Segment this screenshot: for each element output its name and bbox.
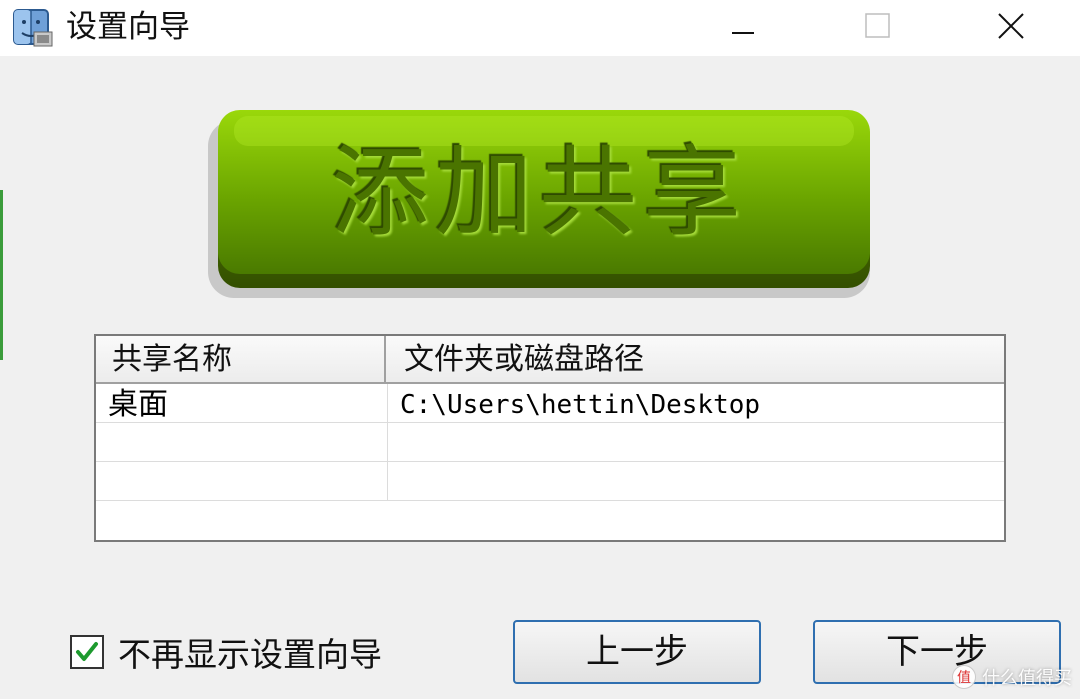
column-header-path[interactable]: 文件夹或磁盘路径 (386, 336, 1004, 382)
add-share-banner-button[interactable]: 添加共享 (204, 108, 874, 298)
close-button[interactable] (978, 0, 1044, 52)
share-path-cell: C:\Users\hettin\Desktop (400, 390, 761, 420)
close-icon (998, 13, 1024, 39)
window-title: 设置向导 (66, 9, 190, 45)
share-name-cell (96, 423, 388, 461)
share-name-cell: 桌面 (96, 384, 388, 422)
dont-show-wizard-checkbox[interactable] (70, 635, 104, 669)
watermark-text: 什么值得买 (982, 668, 1072, 689)
setup-wizard-window: 设置向导 添加共享 共享名称 文件夹或磁盘路径 桌面 C:\Users\hett… (0, 0, 1080, 699)
watermark: 值 什么值得买 (952, 660, 1072, 694)
banner-label: 添加共享 (330, 136, 747, 250)
maximize-button[interactable] (845, 0, 911, 52)
table-row[interactable] (96, 423, 1004, 462)
column-header-share-name[interactable]: 共享名称 (96, 336, 386, 382)
previous-button[interactable]: 上一步 (513, 620, 761, 684)
title-bar[interactable]: 设置向导 (0, 0, 1080, 56)
minimize-button[interactable] (710, 0, 776, 52)
dont-show-wizard-label[interactable]: 不再显示设置向导 (118, 628, 382, 676)
share-name-cell (96, 462, 388, 500)
share-path-cell (388, 462, 1004, 500)
table-row[interactable] (96, 462, 1004, 501)
watermark-logo-icon: 值 (952, 665, 976, 689)
table-header: 共享名称 文件夹或磁盘路径 (96, 336, 1004, 384)
dont-show-wizard-option[interactable]: 不再显示设置向导 (70, 630, 382, 674)
app-finder-icon (13, 9, 53, 47)
minimize-icon (732, 32, 754, 34)
checkmark-icon (76, 642, 98, 661)
share-list-table[interactable]: 共享名称 文件夹或磁盘路径 桌面 C:\Users\hettin\Desktop (94, 334, 1006, 542)
table-row[interactable]: 桌面 C:\Users\hettin\Desktop (96, 384, 1004, 423)
window-edge-accent (0, 190, 3, 360)
share-path-cell (388, 423, 1004, 461)
maximize-icon (865, 13, 890, 38)
